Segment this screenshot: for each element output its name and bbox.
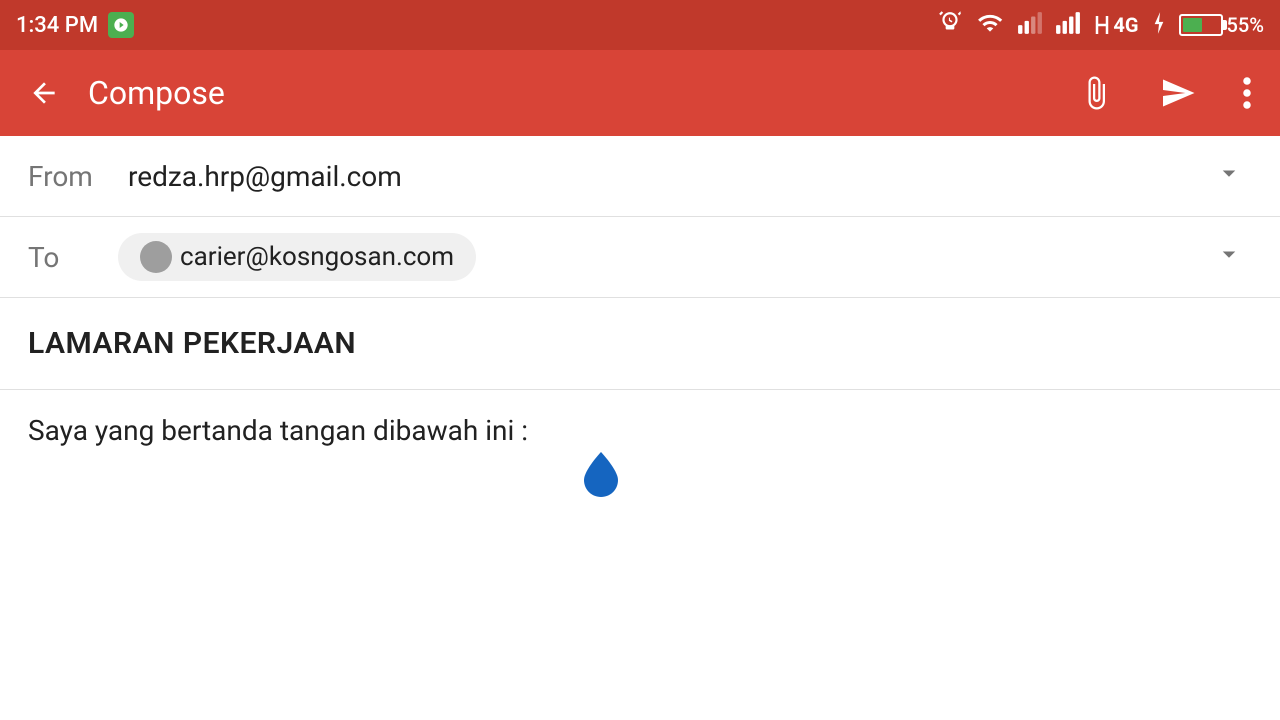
battery-fill [1183, 18, 1203, 32]
status-time: 1:34 PM [16, 13, 98, 38]
recipient-email: carier@kosngosan.com [180, 242, 454, 272]
body-text: Saya yang bertanda tangan dibawah ini : [28, 414, 528, 447]
from-row: From redza.hrp@gmail.com [0, 136, 1280, 216]
more-options-button[interactable] [1234, 67, 1260, 119]
status-bar: 1:34 PM [0, 0, 1280, 50]
signal2-icon [1055, 10, 1081, 41]
toolbar-actions [1070, 67, 1260, 119]
recipient-avatar [140, 241, 172, 273]
battery-indicator: 55% [1179, 13, 1264, 37]
body-area[interactable]: Saya yang bertanda tangan dibawah ini : [0, 390, 1280, 472]
to-chevron-icon[interactable] [1206, 231, 1252, 284]
status-bar-left: 1:34 PM [16, 12, 134, 38]
subject-row[interactable]: LAMARAN PEKERJAAN [0, 298, 1280, 389]
from-chevron-icon[interactable] [1206, 150, 1252, 203]
battery-percent: 55% [1227, 13, 1264, 37]
to-label: To [28, 241, 118, 274]
notification-icon [108, 12, 134, 38]
cursor-drop [580, 450, 622, 492]
status-bar-right: 4G 55% [937, 10, 1264, 41]
from-label: From [28, 160, 118, 193]
from-value: redza.hrp@gmail.com [118, 160, 1206, 193]
network-type-label: 4G [1093, 13, 1138, 37]
compose-toolbar: Compose [0, 50, 1280, 136]
to-recipient-chip[interactable]: carier@kosngosan.com [118, 233, 476, 281]
battery-bar [1179, 14, 1223, 36]
subject-value: LAMARAN PEKERJAAN [28, 326, 356, 361]
back-button[interactable] [20, 69, 68, 117]
to-row: To carier@kosngosan.com [0, 217, 1280, 297]
send-button[interactable] [1152, 67, 1204, 119]
wifi-icon [975, 10, 1005, 41]
alarm-icon [937, 10, 963, 41]
toolbar-title: Compose [88, 74, 1050, 112]
signal-icon [1017, 10, 1043, 41]
attach-button[interactable] [1070, 67, 1122, 119]
charging-icon [1151, 10, 1167, 41]
